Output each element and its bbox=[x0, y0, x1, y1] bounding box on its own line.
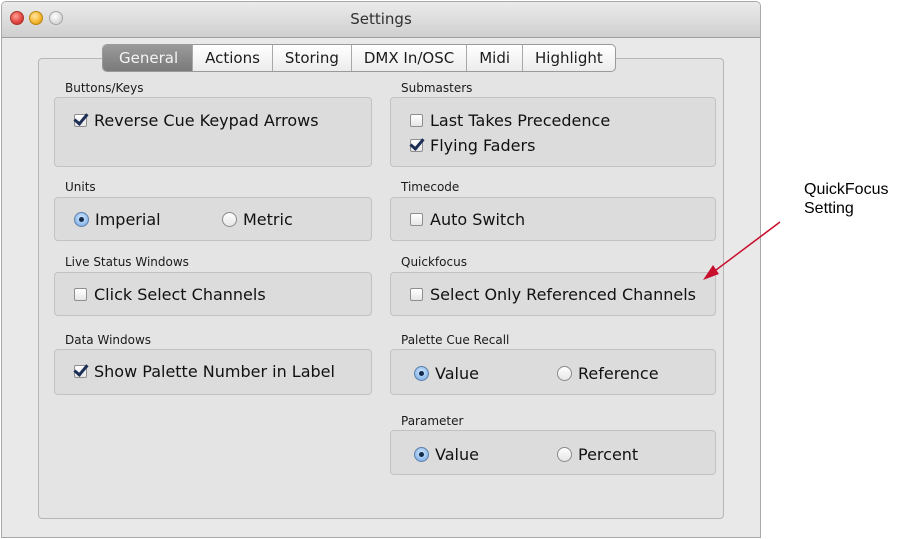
quickfocus-annotation: QuickFocus Setting bbox=[804, 180, 888, 218]
callout-arrow bbox=[703, 221, 781, 280]
annotation-line-1: QuickFocus bbox=[804, 181, 889, 198]
annotation-line-2: Setting bbox=[804, 200, 854, 217]
